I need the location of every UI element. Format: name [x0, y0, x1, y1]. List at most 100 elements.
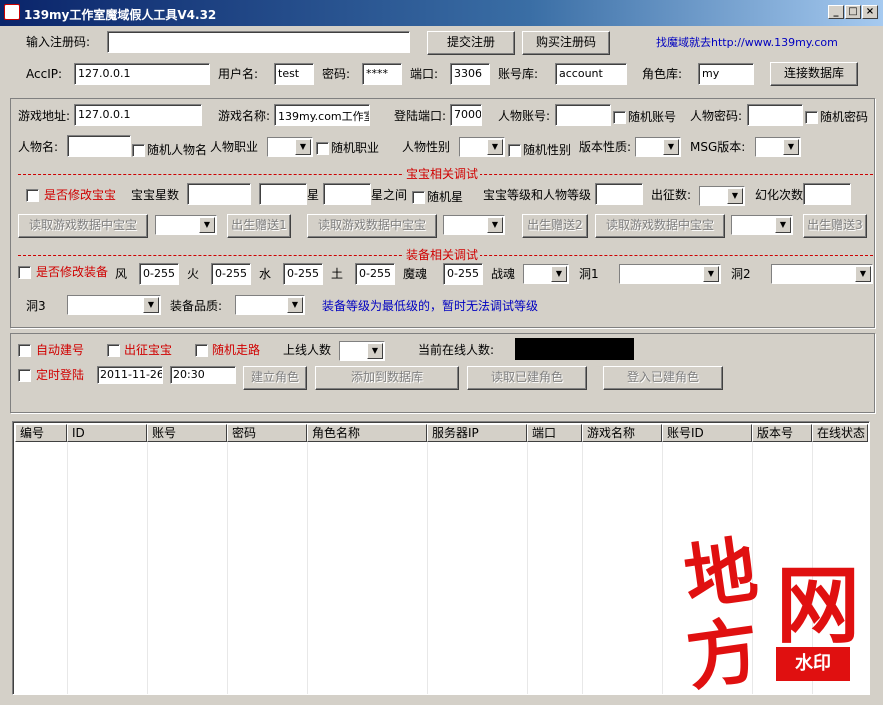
random-password-checkbox[interactable]: [805, 111, 818, 124]
add-to-db-button[interactable]: 添加到数据库: [315, 366, 459, 390]
login-date-input[interactable]: 2011-11-26: [97, 366, 163, 384]
water-input[interactable]: 0-255: [283, 263, 323, 285]
minimize-button[interactable]: _: [828, 5, 844, 19]
read-pet-button-2[interactable]: 读取游戏数据中宝宝: [307, 214, 437, 238]
login-created-roles-button[interactable]: 登入已建角色: [603, 366, 723, 390]
timed-login-checkbox[interactable]: [18, 369, 31, 382]
password-input[interactable]: ****: [362, 63, 402, 85]
soul-input[interactable]: 0-255: [443, 263, 483, 285]
read-pet-button-1[interactable]: 读取游戏数据中宝宝: [18, 214, 148, 238]
app-icon: [4, 4, 20, 20]
buy-register-button[interactable]: 购买注册码: [522, 31, 610, 55]
star-between-label: 星之间: [371, 188, 408, 202]
soul-label: 魔魂: [403, 267, 428, 281]
earth-label: 土: [331, 267, 344, 281]
chevron-down-icon: ▼: [295, 139, 311, 155]
pet-select-3[interactable]: ▼: [731, 215, 793, 235]
column-header[interactable]: 版本号: [752, 424, 812, 442]
birth-gift-1-button[interactable]: 出生赠送1: [227, 214, 291, 238]
random-sex-checkbox[interactable]: [508, 144, 521, 157]
wind-input[interactable]: 0-255: [139, 263, 179, 285]
expedition-pet-checkbox[interactable]: [107, 344, 120, 357]
connect-db-button[interactable]: 连接数据库: [770, 62, 858, 86]
phantom-label: 幻化次数: [755, 188, 804, 202]
modify-pet-checkbox[interactable]: [26, 189, 39, 202]
char-name-input[interactable]: [67, 135, 131, 157]
water-label: 水: [259, 267, 272, 281]
column-line: [527, 442, 528, 694]
account-db-input[interactable]: account: [555, 63, 627, 85]
reg-code-input[interactable]: [107, 31, 410, 53]
watermark-char: 网: [776, 556, 861, 655]
column-header[interactable]: 账号: [147, 424, 227, 442]
char-account-input[interactable]: [555, 104, 611, 126]
column-header[interactable]: 编号: [15, 424, 67, 442]
accip-input[interactable]: 127.0.0.1: [74, 63, 210, 85]
msg-version-select[interactable]: ▼: [755, 137, 801, 157]
hole1-select[interactable]: ▼: [619, 264, 721, 284]
pet-level-input[interactable]: [595, 183, 643, 205]
random-name-checkbox[interactable]: [132, 144, 145, 157]
equip-quality-select[interactable]: ▼: [235, 295, 305, 315]
random-job-checkbox[interactable]: [316, 142, 329, 155]
username-input[interactable]: test: [274, 63, 314, 85]
pet-star-min-input[interactable]: [187, 183, 251, 205]
column-line: [427, 442, 428, 694]
pet-star-mid-input[interactable]: [259, 183, 307, 205]
column-header[interactable]: ID: [67, 424, 147, 442]
hole2-select[interactable]: ▼: [771, 264, 873, 284]
login-port-input[interactable]: 7000: [450, 104, 482, 126]
login-time-input[interactable]: 20:30: [170, 366, 236, 384]
hole3-select[interactable]: ▼: [67, 295, 161, 315]
modify-equip-checkbox[interactable]: [18, 266, 31, 279]
chevron-down-icon: ▼: [367, 343, 383, 359]
chevron-down-icon: ▼: [199, 217, 215, 233]
char-job-select[interactable]: ▼: [267, 137, 313, 157]
fire-input[interactable]: 0-255: [211, 263, 251, 285]
char-sex-select[interactable]: ▼: [459, 137, 505, 157]
pet-section-title: 宝宝相关调试: [404, 166, 481, 182]
random-account-checkbox[interactable]: [613, 111, 626, 124]
role-db-label: 角色库:: [642, 67, 683, 81]
birth-gift-3-button[interactable]: 出生赠送3: [803, 214, 867, 238]
role-db-input[interactable]: my: [698, 63, 754, 85]
pet-star-max-input[interactable]: [323, 183, 371, 205]
random-star-checkbox[interactable]: [412, 191, 425, 204]
equip-notice: 装备等级为最低级的，暂时无法调试等级: [322, 299, 539, 313]
char-password-input[interactable]: [747, 104, 803, 126]
close-button[interactable]: ×: [862, 5, 878, 19]
website-link[interactable]: 找魔域就去http://www.139my.com: [656, 35, 838, 51]
modify-pet-label: 是否修改宝宝: [44, 188, 117, 202]
expedition-select[interactable]: ▼: [699, 186, 745, 206]
current-online-display: [515, 338, 634, 360]
column-header[interactable]: 密码: [227, 424, 307, 442]
read-created-roles-button[interactable]: 读取已建角色: [467, 366, 587, 390]
online-count-select[interactable]: ▼: [339, 341, 385, 361]
pet-select-2[interactable]: ▼: [443, 215, 505, 235]
column-header[interactable]: 账号ID: [662, 424, 752, 442]
chevron-down-icon: ▼: [551, 266, 567, 282]
birth-gift-2-button[interactable]: 出生赠送2: [522, 214, 588, 238]
war-soul-select[interactable]: ▼: [523, 264, 569, 284]
column-header[interactable]: 角色名称: [307, 424, 427, 442]
random-walk-checkbox[interactable]: [195, 344, 208, 357]
column-header[interactable]: 服务器IP: [427, 424, 527, 442]
game-name-input[interactable]: 139my.com工作室: [274, 104, 370, 126]
earth-input[interactable]: 0-255: [355, 263, 395, 285]
column-header[interactable]: 在线状态: [812, 424, 868, 442]
column-header[interactable]: 端口: [527, 424, 582, 442]
read-pet-button-3[interactable]: 读取游戏数据中宝宝: [595, 214, 725, 238]
auto-create-checkbox[interactable]: [18, 344, 31, 357]
version-select[interactable]: ▼: [635, 137, 681, 157]
column-header[interactable]: 游戏名称: [582, 424, 662, 442]
phantom-input[interactable]: [803, 183, 851, 205]
port-input[interactable]: 3306: [450, 63, 490, 85]
create-role-button[interactable]: 建立角色: [243, 366, 307, 390]
window-title: 139my工作室魔域假人工具V4.32: [24, 8, 217, 22]
submit-register-button[interactable]: 提交注册: [427, 31, 515, 55]
char-sex-label: 人物性别: [402, 140, 451, 154]
pet-select-1[interactable]: ▼: [155, 215, 217, 235]
maximize-button[interactable]: □: [845, 5, 861, 19]
game-addr-input[interactable]: 127.0.0.1: [74, 104, 202, 126]
char-name-label: 人物名:: [18, 140, 59, 154]
